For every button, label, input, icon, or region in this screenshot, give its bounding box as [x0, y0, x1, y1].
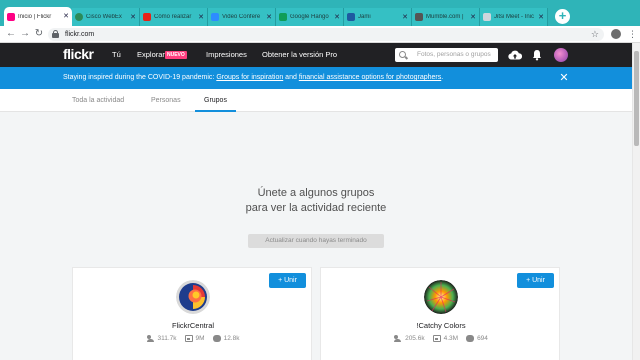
banner-text-after: .: [441, 74, 444, 81]
jami-favicon-icon: [347, 13, 355, 21]
new-badge: NUEVO: [165, 51, 187, 59]
new-tab-button[interactable]: +: [555, 9, 570, 24]
browser-tab-hangouts[interactable]: Google Hango ✕: [276, 8, 344, 26]
group-card-flickrcentral[interactable]: + Unir FlickrCentral 311.7k 9M 12.8k: [72, 267, 312, 360]
tab-title: Cisco WebEx: [86, 14, 122, 20]
browser-tab-zoom[interactable]: Video Confere ✕: [208, 8, 276, 26]
mumble-favicon-icon: [415, 13, 423, 21]
upload-cloud-icon[interactable]: [508, 49, 522, 61]
url-text[interactable]: flickr.com: [65, 29, 94, 40]
banner-message: Staying inspired during the COVID-19 pan…: [63, 73, 443, 83]
activity-tabs: Toda la actividad Personas Grupos: [0, 89, 632, 112]
members-count: 311.7k: [146, 334, 177, 343]
scrollbar-thumb[interactable]: [634, 51, 639, 146]
empty-state-heading-line2: para ver la actividad reciente: [245, 202, 387, 214]
close-icon[interactable]: ✕: [470, 14, 476, 21]
browser-tab-flickr[interactable]: Inicio | Flickr ✕: [4, 7, 72, 26]
close-banner-icon[interactable]: ✕: [558, 72, 570, 84]
tab-title: Mumble.com |: [426, 14, 464, 20]
nav-prints[interactable]: Impresiones: [206, 50, 247, 60]
tab-title: Jami: [358, 14, 371, 20]
empty-state-heading-line1: Únete a algunos grupos: [257, 187, 375, 199]
financial-assistance-link[interactable]: financial assistance options for photogr…: [299, 74, 441, 81]
tab-title: Video Confere: [222, 14, 261, 20]
zoom-favicon-icon: [211, 13, 219, 21]
flickrcentral-group-icon[interactable]: [176, 280, 210, 314]
close-icon[interactable]: ✕: [402, 14, 408, 21]
members-icon: [394, 335, 402, 342]
group-name[interactable]: !Catchy Colors: [321, 321, 561, 331]
page-scrollbar[interactable]: [632, 43, 640, 360]
close-icon[interactable]: ✕: [538, 14, 544, 21]
forward-arrow-icon[interactable]: →: [19, 28, 31, 40]
address-bar[interactable]: flickr.com ☆: [48, 28, 604, 41]
tab-groups[interactable]: Grupos: [195, 89, 236, 112]
hangouts-favicon-icon: [279, 13, 287, 21]
browser-tab-youtube[interactable]: Cómo realizar ✕: [140, 8, 208, 26]
nav-explore[interactable]: Explorar: [137, 50, 165, 60]
join-group-button[interactable]: + Unir: [517, 273, 554, 288]
flickr-header: flickr Tú Explorar NUEVO Impresiones Obt…: [0, 43, 632, 67]
groups-inspiration-link[interactable]: Groups for inspiration: [216, 74, 283, 81]
group-stats: 311.7k 9M 12.8k: [73, 334, 313, 343]
browser-tab-jitsi[interactable]: Jitsi Meet - Inic ✕: [480, 8, 548, 26]
webex-favicon-icon: [75, 13, 83, 21]
close-icon[interactable]: ✕: [198, 14, 204, 21]
tab-title: Inicio | Flickr: [18, 13, 52, 20]
search-input[interactable]: Fotos, personas o grupos: [395, 48, 498, 62]
join-group-button[interactable]: + Unir: [269, 273, 306, 288]
youtube-favicon-icon: [143, 13, 151, 21]
tab-all-activity[interactable]: Toda la actividad: [72, 89, 124, 112]
search-placeholder: Fotos, personas o grupos: [417, 51, 491, 58]
photos-icon: [184, 335, 193, 342]
close-icon[interactable]: ✕: [130, 14, 136, 21]
notifications-bell-icon[interactable]: [532, 49, 542, 61]
flickr-logo[interactable]: flickr: [63, 46, 94, 62]
browser-menu-icon[interactable]: ⋮: [628, 28, 637, 40]
jitsi-favicon-icon: [483, 13, 491, 21]
group-name[interactable]: FlickrCentral: [73, 321, 313, 331]
group-stats: 205.6k 4.3M 694: [321, 334, 561, 343]
tab-title: Google Hango: [290, 14, 329, 20]
browser-tab-mumble[interactable]: Mumble.com | ✕: [412, 8, 480, 26]
browser-toolbar: ← → ↻ flickr.com ☆ ⋮: [0, 26, 640, 43]
lock-icon[interactable]: [52, 30, 59, 38]
tab-people[interactable]: Personas: [151, 89, 181, 112]
banner-text-middle: and: [283, 74, 299, 81]
tab-title: Cómo realizar: [154, 14, 192, 20]
back-arrow-icon[interactable]: ←: [5, 28, 17, 40]
search-icon[interactable]: [399, 51, 406, 58]
photos-icon: [432, 335, 441, 342]
nav-you[interactable]: Tú: [112, 50, 121, 60]
user-avatar[interactable]: [554, 48, 568, 62]
banner-text-before: Staying inspired during the COVID-19 pan…: [63, 74, 217, 81]
nav-get-pro[interactable]: Obtener la versión Pro: [262, 50, 337, 60]
bookmark-star-icon[interactable]: ☆: [591, 28, 599, 41]
close-icon[interactable]: ✕: [334, 14, 340, 21]
discussions-icon: [466, 335, 475, 342]
close-icon[interactable]: ✕: [63, 13, 69, 20]
browser-tab-webex[interactable]: Cisco WebEx ✕: [72, 8, 140, 26]
browser-tab-strip: Inicio | Flickr ✕ Cisco WebEx ✕ Cómo rea…: [0, 0, 640, 26]
browser-tab-jami[interactable]: Jami ✕: [344, 8, 412, 26]
update-when-done-button[interactable]: Actualizar cuando hayas terminado: [248, 234, 384, 248]
reload-icon[interactable]: ↻: [33, 28, 45, 40]
group-card-catchy-colors[interactable]: + Unir !Catchy Colors 205.6k 4.3M 694: [320, 267, 560, 360]
discussions-icon: [212, 335, 221, 342]
catchy-colors-group-icon[interactable]: [424, 280, 458, 314]
announcement-banner: Staying inspired during the COVID-19 pan…: [0, 67, 632, 89]
tab-title: Jitsi Meet - Inic: [494, 14, 535, 20]
discussions-count: 694: [466, 334, 488, 343]
flickr-favicon-icon: [7, 12, 15, 21]
photos-count: 4.3M: [432, 334, 458, 343]
discussions-count: 12.8k: [212, 334, 239, 343]
members-icon: [146, 335, 155, 342]
extension-icon[interactable]: [611, 29, 621, 39]
close-icon[interactable]: ✕: [266, 14, 272, 21]
photos-count: 9M: [184, 334, 205, 343]
members-count: 205.6k: [394, 334, 425, 343]
